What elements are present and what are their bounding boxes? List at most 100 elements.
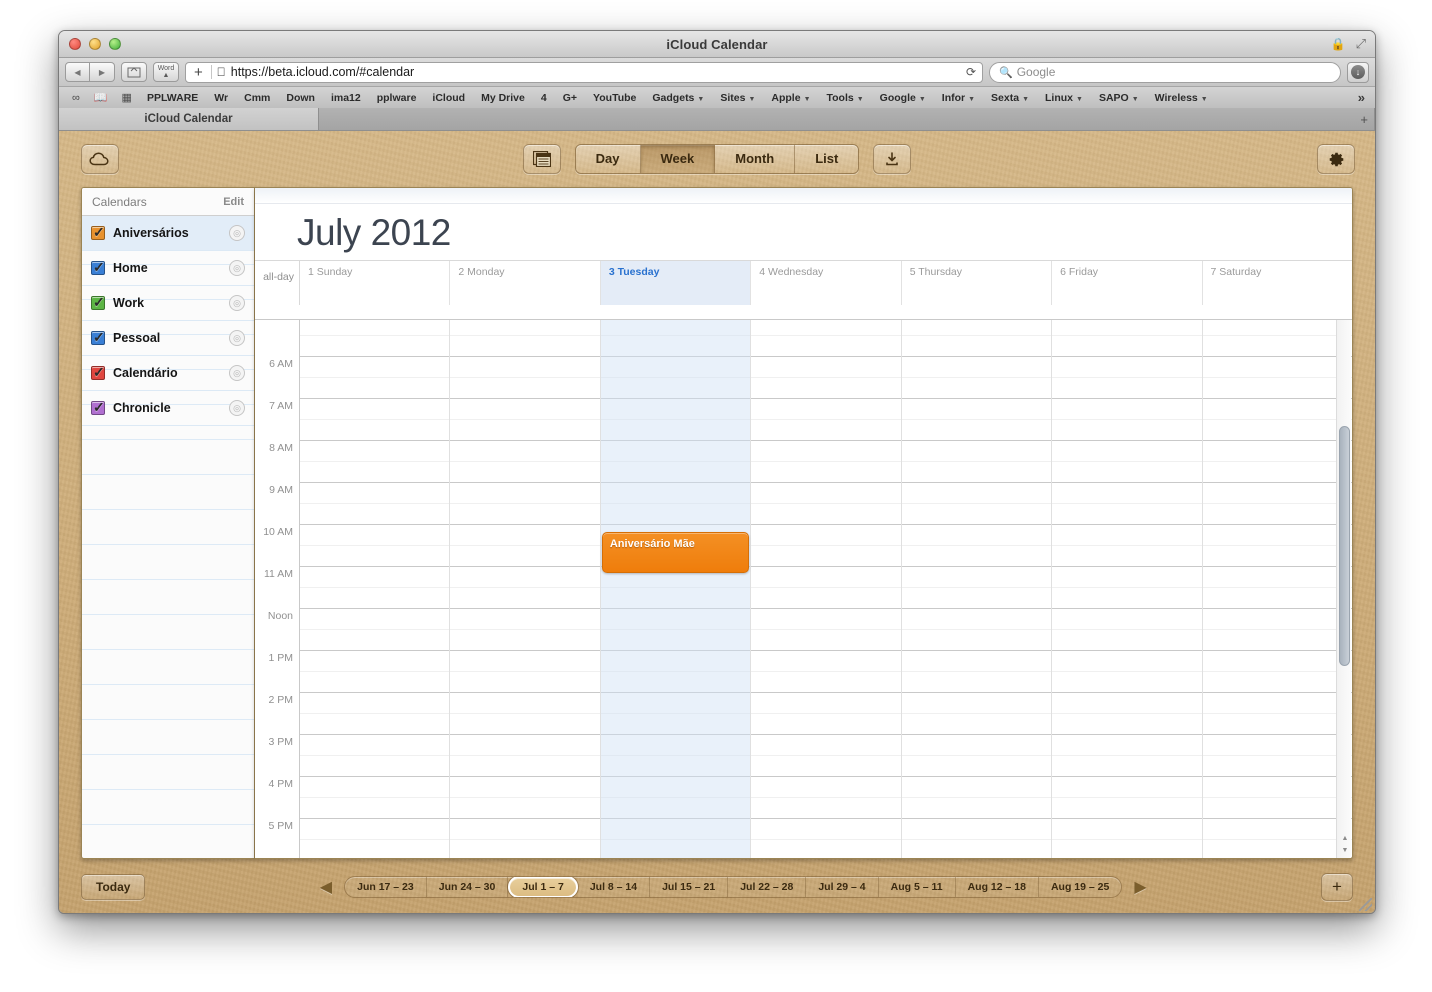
back-button[interactable]: ◀	[65, 62, 90, 82]
view-tab-day[interactable]: Day	[575, 145, 641, 173]
bookmark-folder[interactable]: Wireless ▼	[1147, 92, 1216, 104]
view-tab-list[interactable]: List	[795, 145, 859, 173]
bookmark-folder[interactable]: Gadgets ▼	[644, 92, 712, 104]
week-range-item[interactable]: Aug 12 – 18	[955, 877, 1039, 897]
week-range-item-current[interactable]: Jul 1 – 7	[508, 877, 578, 897]
search-input[interactable]: 🔍 Google	[989, 61, 1341, 83]
add-bookmark-icon[interactable]: +	[191, 64, 206, 81]
calendar-checkbox[interactable]	[91, 399, 105, 416]
bookmarks-overflow-icon[interactable]: »	[1354, 90, 1369, 105]
week-range-item[interactable]: Jul 15 – 21	[650, 877, 729, 897]
bookmark-folder[interactable]: Sexta ▼	[983, 92, 1037, 104]
day-header-wednesday[interactable]: 4 Wednesday	[751, 261, 902, 305]
share-icon[interactable]: ◎	[229, 225, 245, 241]
day-header-thursday[interactable]: 5 Thursday	[902, 261, 1053, 305]
bookmark-folder[interactable]: Sites ▼	[712, 92, 763, 104]
minimize-button[interactable]	[89, 38, 101, 50]
week-range-item[interactable]: Jun 24 – 30	[426, 877, 509, 897]
next-week-button[interactable]: ▶	[1134, 877, 1146, 897]
share-icon[interactable]: ◎	[229, 295, 245, 311]
calendar-checkbox[interactable]	[91, 329, 105, 346]
share-icon[interactable]: ◎	[229, 400, 245, 416]
bookmark-item[interactable]: 4	[533, 92, 555, 104]
scrollbar-thumb[interactable]	[1339, 426, 1350, 666]
share-icon[interactable]: ◎	[229, 330, 245, 346]
edit-calendars-button[interactable]: Edit	[223, 196, 244, 208]
zoom-button[interactable]	[109, 38, 121, 50]
bookmark-folder[interactable]: Linux ▼	[1037, 92, 1091, 104]
icloud-home-button[interactable]	[81, 144, 119, 174]
week-range-item[interactable]: Jul 8 – 14	[577, 877, 651, 897]
bookmark-folder[interactable]: Apple ▼	[763, 92, 818, 104]
day-column-tuesday[interactable]: Aniversário Mãe	[600, 320, 752, 858]
bookmark-item[interactable]: Wr	[206, 92, 236, 104]
week-range-item[interactable]: Aug 5 – 11	[878, 877, 956, 897]
settings-button[interactable]	[1317, 144, 1355, 174]
calendar-vertical-scrollbar[interactable]: ▲ ▼	[1336, 320, 1351, 858]
window-resize-grip[interactable]	[1359, 898, 1372, 911]
bookmark-item[interactable]: Cmm	[236, 92, 278, 104]
grid-icon[interactable]: ▦	[115, 91, 139, 104]
day-column-sunday[interactable]	[300, 320, 451, 858]
bookmark-folder[interactable]: Tools ▼	[819, 92, 872, 104]
book-icon[interactable]: 📖	[87, 91, 115, 104]
bookmark-item[interactable]: G+	[555, 92, 585, 104]
sidebar-item-pessoal[interactable]: Pessoal ◎	[82, 321, 254, 356]
week-range-item[interactable]: Jul 22 – 28	[728, 877, 807, 897]
event-aniversario-mae[interactable]: Aniversário Mãe	[601, 532, 750, 573]
calendar-list-toggle-button[interactable]	[522, 144, 561, 174]
bookmark-folder[interactable]: SAPO ▼	[1091, 92, 1147, 104]
calendar-checkbox[interactable]	[91, 224, 105, 241]
scroll-up-icon[interactable]: ▲	[1340, 833, 1350, 844]
share-icon[interactable]: ◎	[229, 260, 245, 276]
add-event-button[interactable]: +	[1321, 873, 1353, 901]
view-tab-month[interactable]: Month	[715, 145, 796, 173]
previous-week-button[interactable]: ◀	[320, 877, 332, 897]
sidebar-item-work[interactable]: Work ◎	[82, 286, 254, 321]
word-toolbar-button[interactable]: Word ▲	[153, 62, 179, 82]
bookmark-folder[interactable]: Google ▼	[872, 92, 934, 104]
bookmark-item[interactable]: pplware	[369, 92, 425, 104]
day-column-thursday[interactable]	[902, 320, 1053, 858]
day-header-friday[interactable]: 6 Friday	[1052, 261, 1203, 305]
day-header-monday[interactable]: 2 Monday	[450, 261, 601, 305]
close-button[interactable]	[69, 38, 81, 50]
week-range-item[interactable]: Aug 19 – 25	[1038, 877, 1122, 897]
day-header-sunday[interactable]: 1 Sunday	[300, 261, 451, 305]
day-column-wednesday[interactable]	[751, 320, 902, 858]
share-button[interactable]	[873, 144, 912, 174]
day-column-friday[interactable]	[1052, 320, 1203, 858]
sidebar-item-aniversarios[interactable]: Aniversários ◎	[82, 216, 254, 251]
bookmark-item[interactable]: Down	[278, 92, 323, 104]
bookmark-folder[interactable]: Infor ▼	[934, 92, 983, 104]
today-button[interactable]: Today	[81, 874, 146, 900]
calendar-checkbox[interactable]	[91, 294, 105, 311]
reader-toolbar-button[interactable]	[121, 62, 147, 82]
bookmark-item[interactable]: PPLWARE	[139, 92, 206, 104]
week-range-item[interactable]: Jun 17 – 23	[345, 877, 427, 897]
calendar-checkbox[interactable]	[91, 259, 105, 276]
address-bar[interactable]: +  https://beta.icloud.com/#calendar ⟳	[185, 61, 983, 83]
bookmark-item[interactable]: iCloud	[424, 92, 473, 104]
forward-button[interactable]: ▶	[90, 62, 115, 82]
day-header-saturday[interactable]: 7 Saturday	[1203, 261, 1352, 305]
fullscreen-icon[interactable]: ⤢	[1356, 36, 1366, 52]
sidebar-item-home[interactable]: Home ◎	[82, 251, 254, 286]
share-icon[interactable]: ◎	[229, 365, 245, 381]
tab-icloud-calendar[interactable]: iCloud Calendar	[59, 108, 319, 130]
downloads-button[interactable]: ↓	[1347, 61, 1369, 83]
day-column-monday[interactable]	[450, 320, 601, 858]
glasses-icon[interactable]: ∞	[65, 92, 87, 104]
bookmark-item[interactable]: My Drive	[473, 92, 533, 104]
day-header-tuesday[interactable]: 3 Tuesday	[600, 261, 752, 305]
view-tab-week[interactable]: Week	[640, 145, 716, 173]
sidebar-item-chronicle[interactable]: Chronicle ◎	[82, 391, 254, 426]
bookmark-item[interactable]: YouTube	[585, 92, 644, 104]
reload-icon[interactable]: ⟳	[966, 65, 976, 79]
week-range-item[interactable]: Jul 29 – 4	[806, 877, 879, 897]
calendar-checkbox[interactable]	[91, 364, 105, 381]
scroll-down-icon[interactable]: ▼	[1340, 845, 1350, 856]
bookmark-item[interactable]: ima12	[323, 92, 369, 104]
new-tab-icon[interactable]: +	[1360, 112, 1368, 127]
sidebar-item-calendario[interactable]: Calendário ◎	[82, 356, 254, 391]
